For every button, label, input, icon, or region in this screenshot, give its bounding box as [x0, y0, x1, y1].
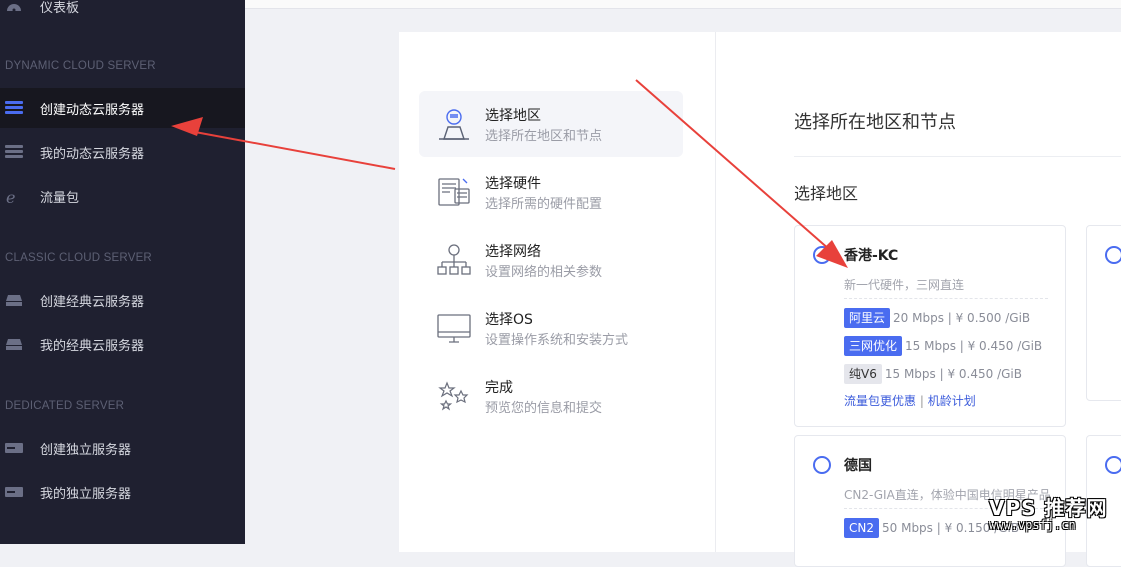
watermark-title: VPS 推荐网 — [989, 496, 1108, 520]
watermark-url: www.vpsfj.cn — [989, 518, 1076, 532]
arrow-head — [816, 240, 848, 268]
annotation-arrows — [171, 79, 848, 268]
watermark: VPS 推荐网 www.vpsfj.cn — [986, 490, 1121, 544]
